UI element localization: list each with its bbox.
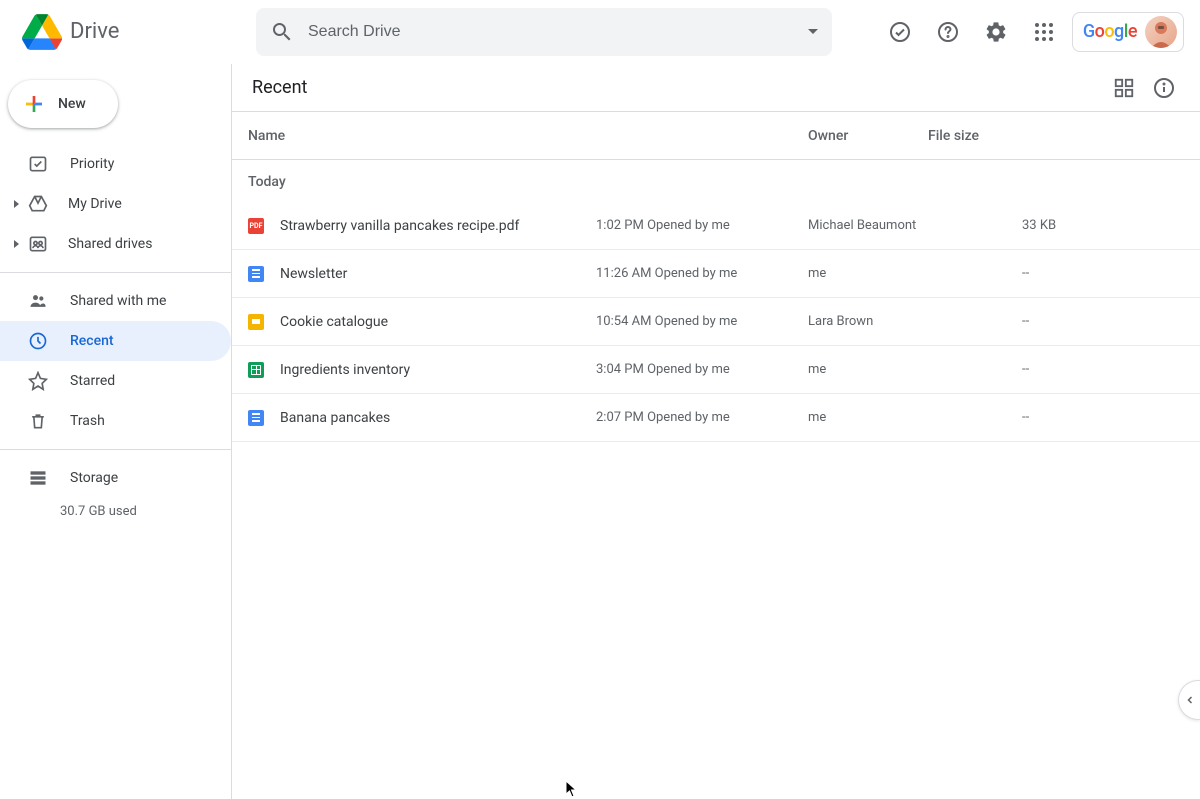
sidebar-item-storage[interactable]: Storage — [0, 458, 231, 498]
details-icon[interactable] — [1144, 68, 1184, 108]
docs-icon — [248, 266, 264, 282]
chevron-right-icon[interactable] — [6, 200, 26, 208]
file-time: 10:54 AM Opened by me — [596, 314, 808, 329]
column-header-row: Name Owner File size — [232, 112, 1200, 160]
storage-icon — [26, 468, 50, 488]
account-chip[interactable]: Google — [1072, 12, 1184, 52]
sidebar-item-priority[interactable]: Priority — [0, 144, 231, 184]
file-name: Newsletter — [280, 266, 347, 282]
storage-used-text: 30.7 GB used — [0, 504, 231, 519]
file-size: -- — [1022, 410, 1122, 425]
sheets-icon — [248, 362, 264, 378]
file-time: 2:07 PM Opened by me — [596, 410, 808, 425]
column-header-name[interactable]: Name — [248, 128, 808, 144]
sidebar-item-recent[interactable]: Recent — [0, 321, 231, 361]
search-options-icon[interactable] — [808, 29, 818, 34]
section-label: Today — [232, 160, 1200, 202]
file-name: Banana pancakes — [280, 410, 390, 426]
new-button[interactable]: New — [8, 80, 118, 128]
file-row[interactable]: PDF Strawberry vanilla pancakes recipe.pd… — [232, 202, 1200, 250]
nav-divider — [0, 272, 231, 273]
sidebar-item-label: Recent — [70, 333, 114, 349]
priority-icon — [26, 154, 50, 174]
sidebar-item-label: My Drive — [68, 196, 122, 212]
slides-icon — [248, 314, 264, 330]
file-size: -- — [1022, 362, 1122, 377]
sidebar-item-label: Storage — [70, 470, 118, 486]
sidebar-item-label: Trash — [70, 413, 105, 429]
docs-icon — [248, 410, 264, 426]
offline-status-icon[interactable] — [880, 12, 920, 52]
sidebar: New Priority My Drive Shared drives Shared… — [0, 64, 232, 799]
file-size: 33 KB — [1022, 218, 1122, 233]
file-owner: Michael Beaumont — [808, 218, 1022, 233]
file-row[interactable]: Newsletter 11:26 AM Opened by meme-- — [232, 250, 1200, 298]
file-name: Cookie catalogue — [280, 314, 388, 330]
sidebar-item-trash[interactable]: Trash — [0, 401, 231, 441]
header-actions: Google — [880, 12, 1184, 52]
nav-divider — [0, 449, 231, 450]
recent-icon — [26, 331, 50, 351]
trash-icon — [26, 411, 50, 431]
sidebar-item-starred[interactable]: Starred — [0, 361, 231, 401]
sidebar-item-shared-drives[interactable]: Shared drives — [0, 224, 231, 264]
sidebar-item-shared-with-me[interactable]: Shared with me — [0, 281, 231, 321]
shared-drives-icon — [26, 234, 50, 254]
column-header-owner[interactable]: Owner — [808, 128, 928, 144]
chevron-right-icon[interactable] — [6, 240, 26, 248]
view-toggle-icon[interactable] — [1104, 68, 1144, 108]
starred-icon — [26, 371, 50, 391]
shared-with-me-icon — [26, 291, 50, 311]
file-row[interactable]: Banana pancakes 2:07 PM Opened by meme-- — [232, 394, 1200, 442]
product-name: Drive — [70, 19, 119, 44]
plus-icon — [22, 92, 46, 116]
file-name: Strawberry vanilla pancakes recipe.pdf — [280, 218, 519, 234]
file-owner: me — [808, 410, 1022, 425]
file-owner: me — [808, 362, 1022, 377]
file-name: Ingredients inventory — [280, 362, 410, 378]
logo[interactable]: Drive — [16, 12, 256, 52]
avatar[interactable] — [1145, 16, 1177, 48]
settings-icon[interactable] — [976, 12, 1016, 52]
header: Drive Google — [0, 0, 1200, 64]
sidebar-item-label: Shared drives — [68, 236, 152, 252]
main-header: Recent — [232, 64, 1200, 112]
apps-icon[interactable] — [1024, 12, 1064, 52]
pdf-icon: PDF — [248, 218, 264, 234]
sidebar-item-label: Starred — [70, 373, 115, 389]
new-button-label: New — [58, 96, 86, 112]
main: Recent Name Owner File size Today PDF Str… — [232, 64, 1200, 799]
google-logo: Google — [1083, 21, 1137, 42]
sidebar-item-label: Priority — [70, 156, 114, 172]
file-size: -- — [1022, 314, 1122, 329]
search-input[interactable] — [308, 23, 808, 41]
search-bar[interactable] — [256, 8, 832, 56]
file-time: 1:02 PM Opened by me — [596, 218, 808, 233]
my-drive-icon — [26, 194, 50, 214]
file-owner: me — [808, 266, 1022, 281]
sidebar-item-label: Shared with me — [70, 293, 166, 309]
search-icon — [270, 20, 294, 44]
column-header-size[interactable]: File size — [928, 128, 1048, 144]
file-row[interactable]: Ingredients inventory 3:04 PM Opened by m… — [232, 346, 1200, 394]
file-row[interactable]: Cookie catalogue 10:54 AM Opened by meLar… — [232, 298, 1200, 346]
help-icon[interactable] — [928, 12, 968, 52]
sidebar-item-my-drive[interactable]: My Drive — [0, 184, 231, 224]
file-size: -- — [1022, 266, 1122, 281]
file-owner: Lara Brown — [808, 314, 1022, 329]
file-time: 3:04 PM Opened by me — [596, 362, 808, 377]
drive-logo-icon — [22, 12, 62, 52]
file-time: 11:26 AM Opened by me — [596, 266, 808, 281]
page-title: Recent — [252, 77, 1104, 98]
